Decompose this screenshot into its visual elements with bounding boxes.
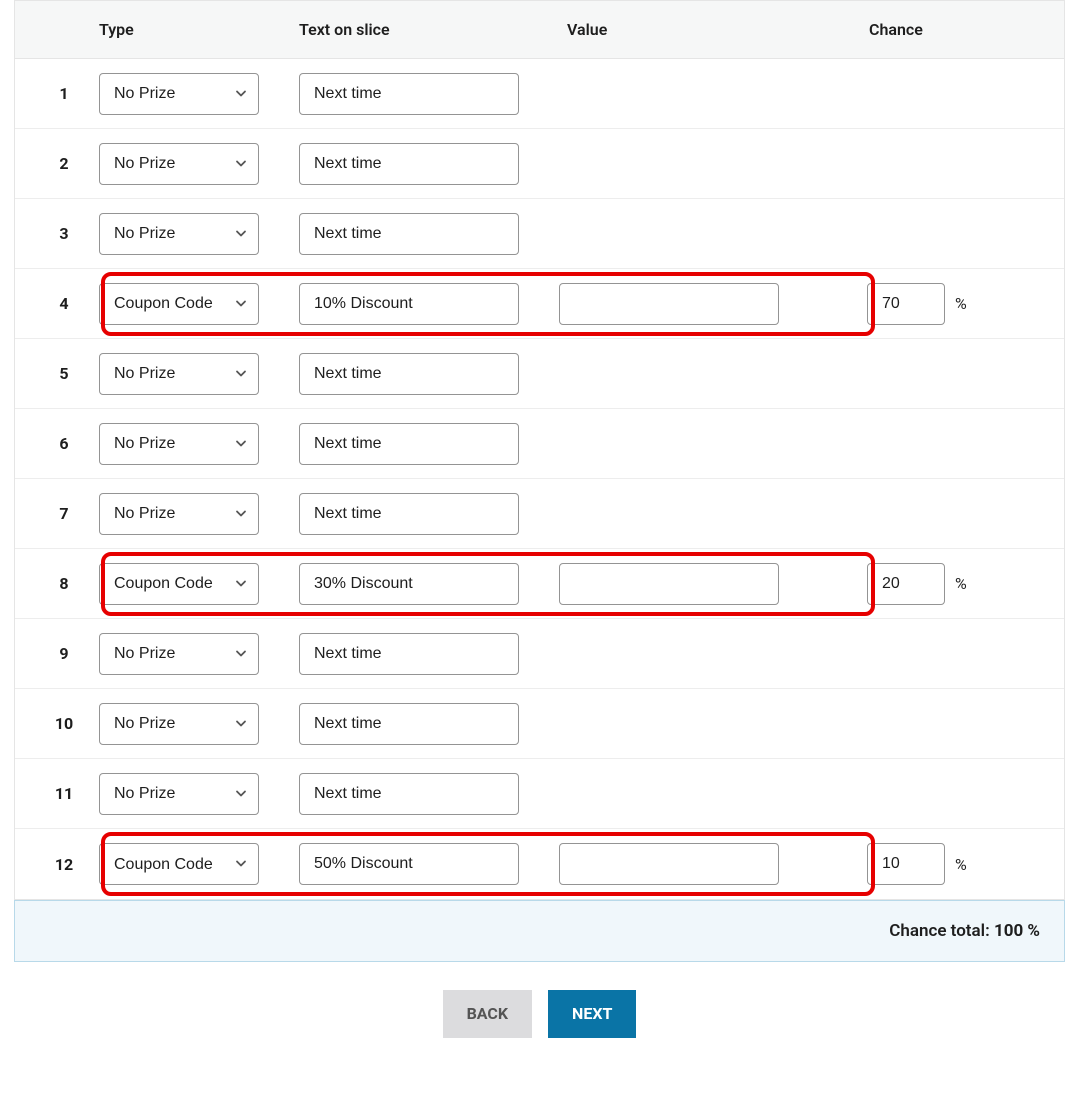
slice-text-input[interactable] [299, 493, 519, 535]
chance-input[interactable] [867, 283, 945, 325]
type-select[interactable]: No Prize [99, 773, 259, 815]
row-number: 12 [29, 855, 99, 874]
back-button[interactable]: BACK [443, 990, 532, 1038]
table-row: 10No Prize [15, 689, 1064, 759]
table-row: 8Coupon Code% [15, 549, 1064, 619]
type-select-wrap: Coupon Code [99, 283, 259, 325]
value-input[interactable] [559, 283, 779, 325]
type-select-wrap: No Prize [99, 213, 259, 255]
type-select[interactable]: No Prize [99, 213, 259, 255]
slice-text-input[interactable] [299, 213, 519, 255]
type-select-wrap: No Prize [99, 773, 259, 815]
slice-table: Type Text on slice Value Chance 1No Priz… [14, 0, 1065, 900]
table-row: 2No Prize [15, 129, 1064, 199]
table-row: 5No Prize [15, 339, 1064, 409]
table-row: 12Coupon Code% [15, 829, 1064, 899]
type-select[interactable]: No Prize [99, 703, 259, 745]
type-select[interactable]: No Prize [99, 353, 259, 395]
value-input[interactable] [559, 563, 779, 605]
row-number: 2 [29, 154, 99, 173]
th-text: Text on slice [299, 20, 559, 39]
slice-text-input[interactable] [299, 563, 519, 605]
row-number: 1 [29, 84, 99, 103]
type-select-wrap: Coupon Code [99, 843, 259, 885]
slice-text-input[interactable] [299, 633, 519, 675]
table-row: 7No Prize [15, 479, 1064, 549]
row-number: 7 [29, 504, 99, 523]
type-select[interactable]: Coupon Code [99, 843, 259, 885]
type-select-wrap: No Prize [99, 73, 259, 115]
type-select[interactable]: Coupon Code [99, 563, 259, 605]
percent-label: % [955, 574, 967, 593]
row-number: 10 [29, 714, 99, 733]
table-row: 3No Prize [15, 199, 1064, 269]
table-row: 6No Prize [15, 409, 1064, 479]
row-number: 11 [29, 784, 99, 803]
row-number: 8 [29, 574, 99, 593]
percent-label: % [955, 855, 967, 874]
chance-total-value: 100 % [994, 921, 1040, 941]
row-number: 6 [29, 434, 99, 453]
row-number: 9 [29, 644, 99, 663]
percent-label: % [955, 294, 967, 313]
table-row: 9No Prize [15, 619, 1064, 689]
th-value: Value [559, 20, 839, 39]
chance-input[interactable] [867, 843, 945, 885]
type-select-wrap: No Prize [99, 353, 259, 395]
type-select-wrap: No Prize [99, 633, 259, 675]
type-select-wrap: Coupon Code [99, 563, 259, 605]
chance-total-label: Chance total: [889, 921, 994, 941]
type-select[interactable]: No Prize [99, 143, 259, 185]
slice-text-input[interactable] [299, 283, 519, 325]
value-input[interactable] [559, 843, 779, 885]
type-select[interactable]: No Prize [99, 423, 259, 465]
slice-text-input[interactable] [299, 703, 519, 745]
chance-total-bar: Chance total: 100 % [14, 900, 1065, 962]
table-row: 1No Prize [15, 59, 1064, 129]
th-type: Type [99, 20, 299, 39]
type-select[interactable]: Coupon Code [99, 283, 259, 325]
table-row: 4Coupon Code% [15, 269, 1064, 339]
row-number: 4 [29, 294, 99, 313]
type-select-wrap: No Prize [99, 703, 259, 745]
type-select-wrap: No Prize [99, 423, 259, 465]
th-chance: Chance [839, 20, 1049, 39]
slice-text-input[interactable] [299, 773, 519, 815]
type-select[interactable]: No Prize [99, 73, 259, 115]
slice-text-input[interactable] [299, 843, 519, 885]
type-select[interactable]: No Prize [99, 633, 259, 675]
slice-text-input[interactable] [299, 353, 519, 395]
type-select-wrap: No Prize [99, 493, 259, 535]
row-number: 5 [29, 364, 99, 383]
row-number: 3 [29, 224, 99, 243]
thead: Type Text on slice Value Chance [15, 1, 1064, 59]
chance-input[interactable] [867, 563, 945, 605]
table-row: 11No Prize [15, 759, 1064, 829]
slice-text-input[interactable] [299, 73, 519, 115]
next-button[interactable]: NEXT [548, 990, 636, 1038]
slice-text-input[interactable] [299, 423, 519, 465]
type-select-wrap: No Prize [99, 143, 259, 185]
wizard-buttons: BACK NEXT [14, 990, 1065, 1038]
type-select[interactable]: No Prize [99, 493, 259, 535]
slice-text-input[interactable] [299, 143, 519, 185]
